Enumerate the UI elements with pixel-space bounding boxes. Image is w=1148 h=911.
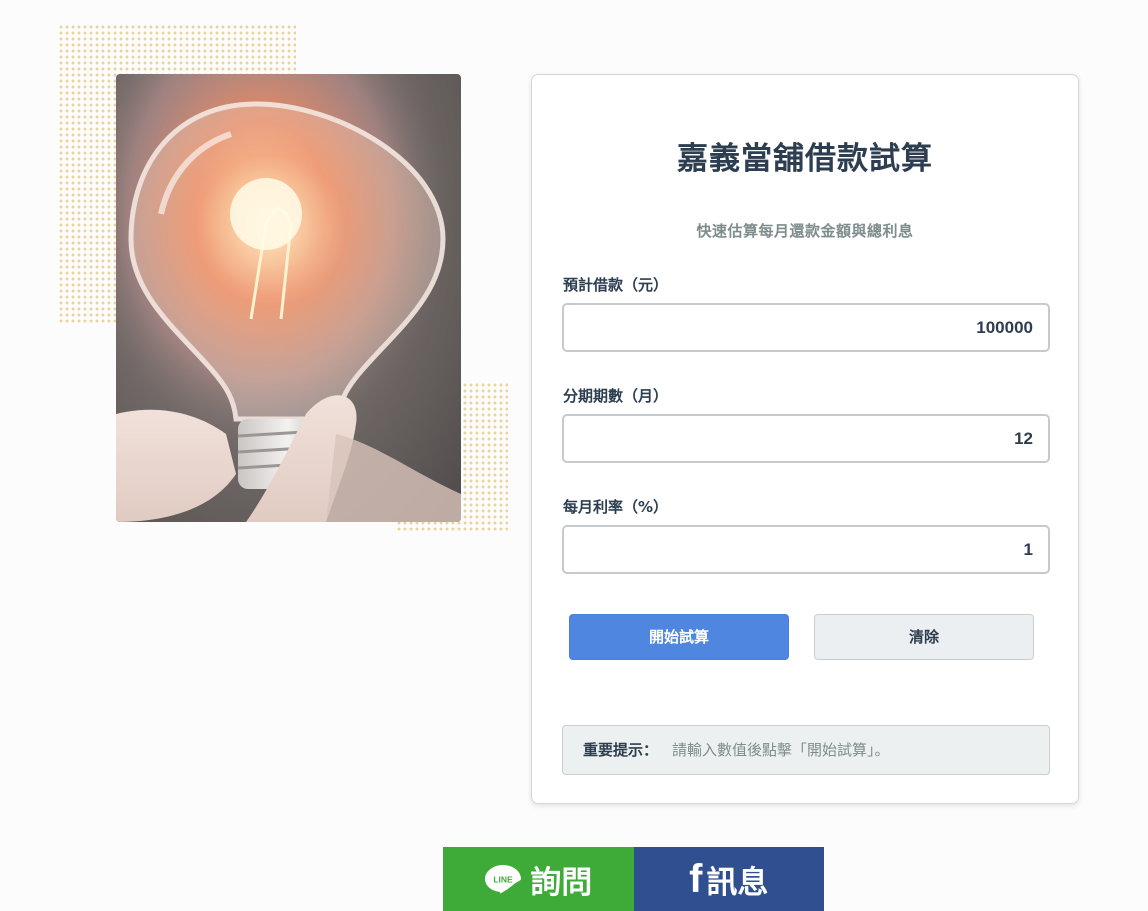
notice-text: 請輸入數值後點擊「開始試算」。 [672,741,890,759]
loan-amount-label: 預計借款（元） [563,276,669,294]
lightbulb-photo [116,74,461,522]
facebook-logo-icon: f [689,857,703,901]
facebook-message-button[interactable]: f 訊息 [633,847,824,911]
facebook-message-label: 訊息 [706,864,769,901]
notice-box: 重要提示： 請輸入數值後點擊「開始試算」。 [562,725,1050,775]
monthly-rate-input[interactable] [562,525,1050,574]
monthly-rate-label: 每月利率（%） [563,498,669,516]
notice-label: 重要提示： [583,741,659,759]
line-inquiry-label: 詢問 [530,864,593,901]
clear-button[interactable]: 清除 [814,614,1034,660]
page-subtitle: 快速估算每月還款金額與總利息 [696,222,914,240]
installment-months-label: 分期期數（月） [563,387,669,405]
line-logo-icon: LINE [485,865,522,894]
contact-bar: LINE 詢問 f 訊息 [443,847,824,911]
calculate-button[interactable]: 開始試算 [569,614,789,660]
line-logo-text: LINE [494,875,514,885]
installment-months-input[interactable] [562,414,1050,463]
loan-amount-input[interactable] [562,303,1050,352]
line-inquiry-button[interactable]: LINE 詢問 [443,847,634,911]
page-title: 嘉義當舖借款試算 [677,141,933,177]
loan-calculator-card: 嘉義當舖借款試算 快速估算每月還款金額與總利息 預計借款（元） 分期期數（月） … [531,74,1079,804]
